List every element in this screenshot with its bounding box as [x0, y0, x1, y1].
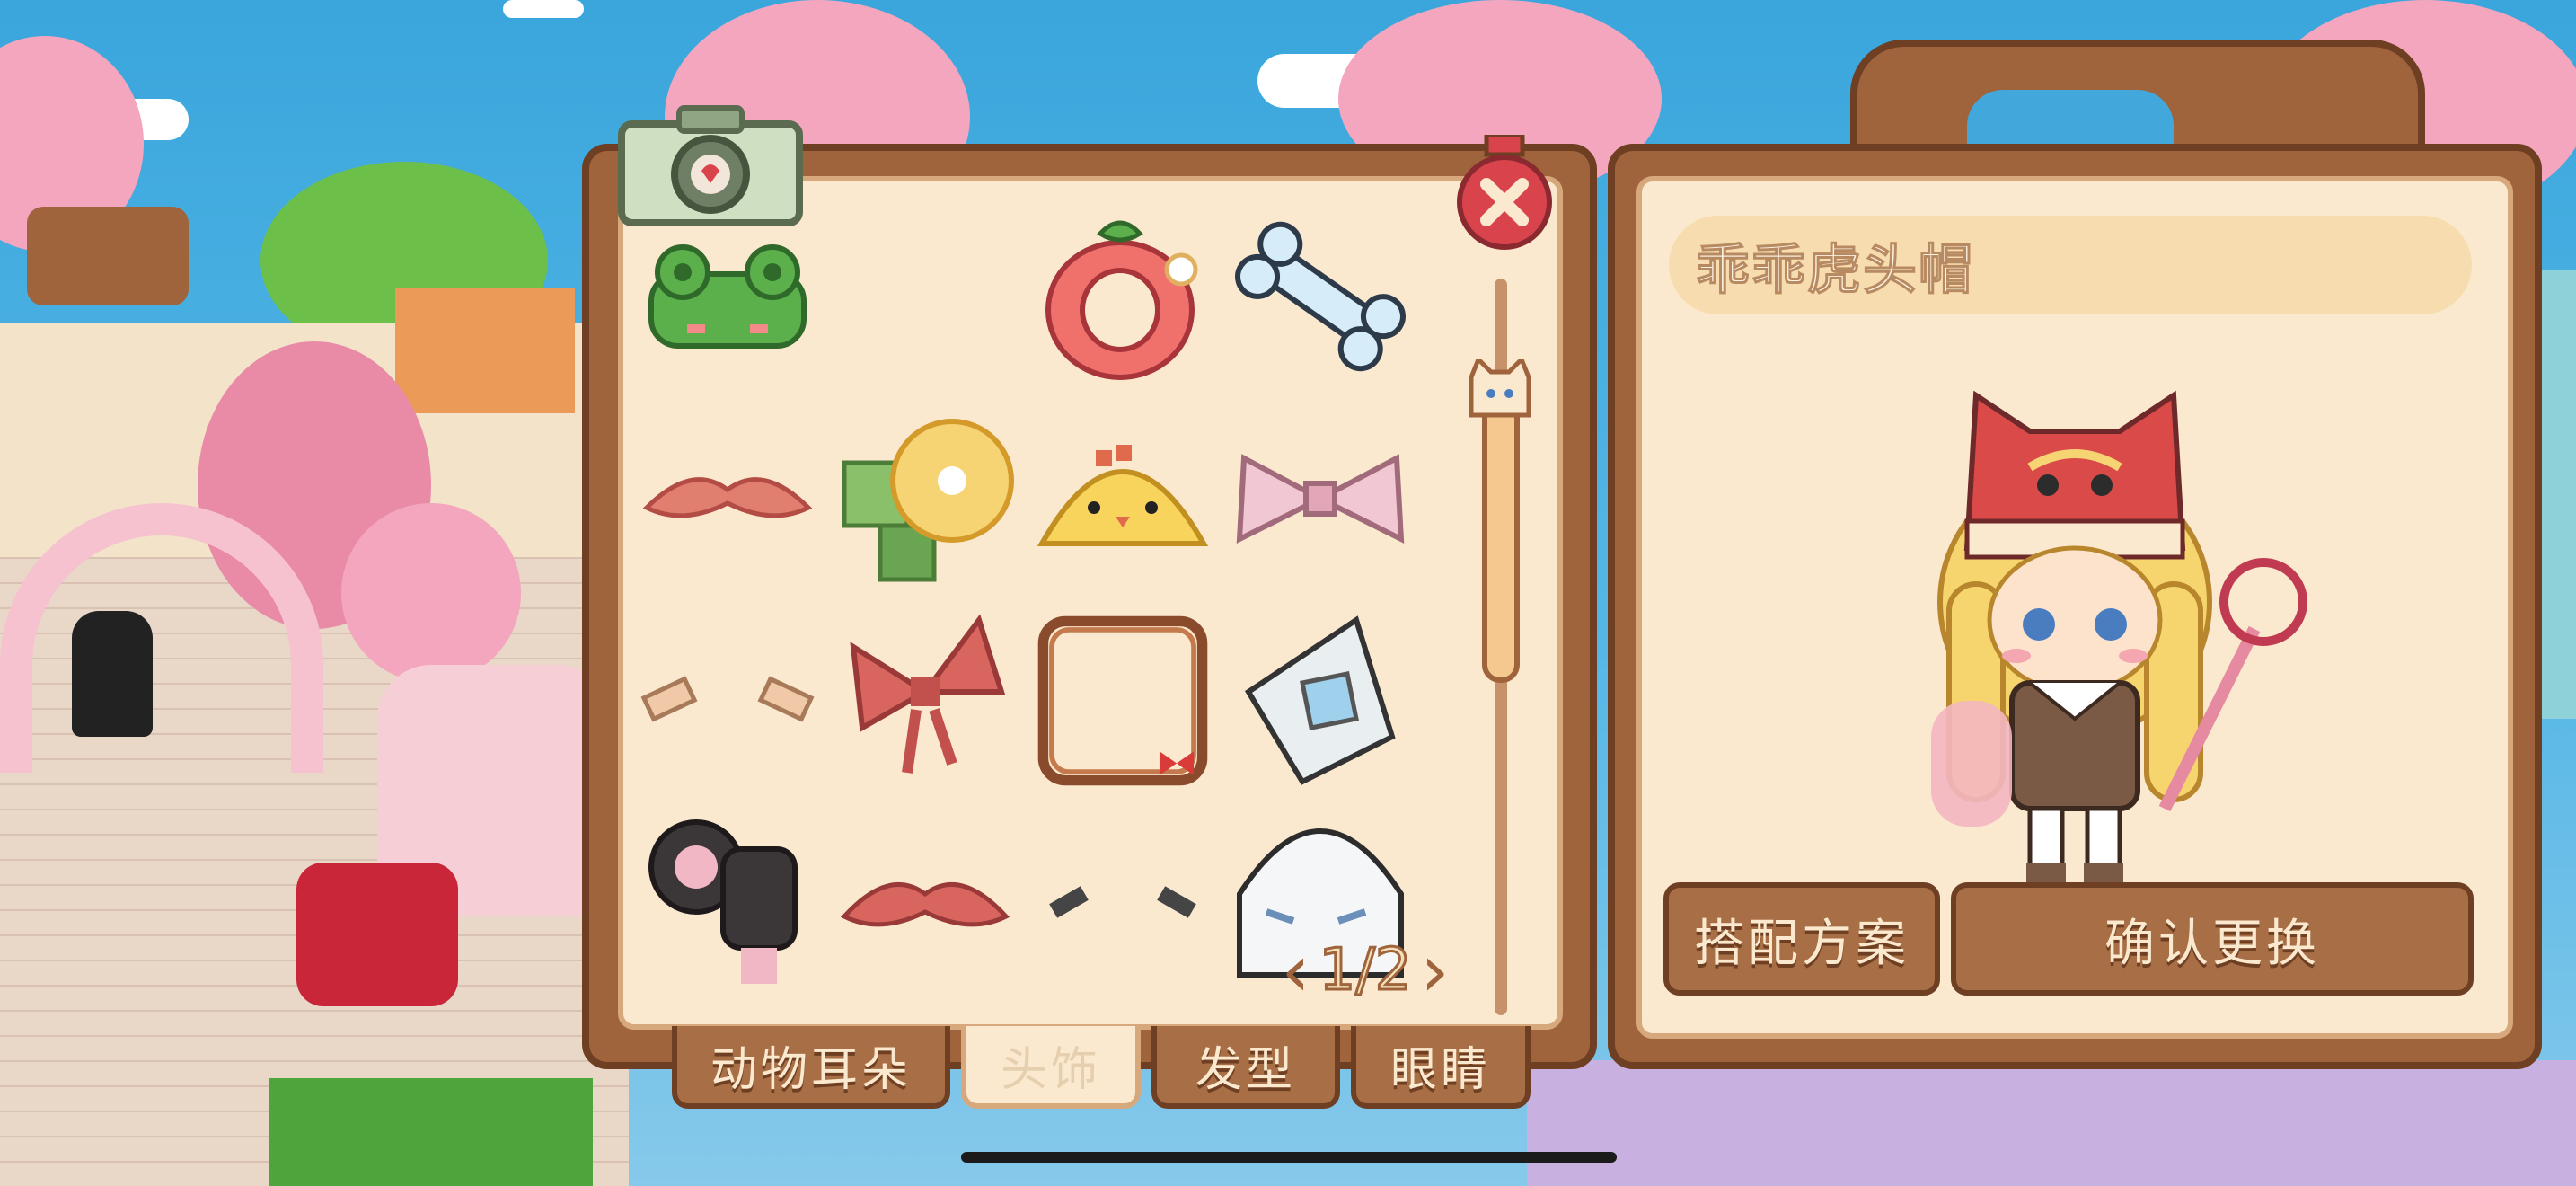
tab-hairstyle[interactable]: 发型	[1151, 1026, 1340, 1109]
item-mouse-ears[interactable]	[638, 813, 817, 993]
frame-selected-icon	[1037, 615, 1208, 786]
hedge	[269, 1078, 593, 1186]
bone-pins-icon	[1049, 886, 1196, 918]
category-tabs: 动物耳朵 头饰 发型 眼睛	[672, 1026, 1552, 1109]
black-cat	[72, 611, 153, 737]
orange-roof	[395, 288, 575, 413]
item-empty-slot[interactable]	[835, 207, 1015, 386]
confirm-change-button[interactable]: 确认更换	[1951, 882, 2474, 996]
red-bow-icon	[850, 614, 1006, 774]
scrollbar-thumb[interactable]	[1482, 377, 1520, 683]
tab-headwear[interactable]: 头饰	[961, 1026, 1141, 1109]
yellow-flower-icon	[842, 419, 1014, 582]
frog-hat-icon	[648, 244, 807, 349]
rose-bush	[296, 863, 458, 1006]
item-bandage-clips[interactable]	[638, 611, 817, 791]
item-red-mustache[interactable]	[835, 813, 1015, 993]
cloud	[503, 0, 584, 18]
item-frame-selected[interactable]	[1033, 611, 1213, 791]
character-preview	[1895, 377, 2308, 898]
item-frog-hat[interactable]	[638, 207, 817, 386]
item-mustache-bow[interactable]	[638, 409, 817, 589]
cat-scroll-icon	[1464, 355, 1536, 422]
item-red-bow[interactable]	[835, 611, 1015, 791]
item-bone-clip[interactable]	[1231, 207, 1410, 386]
tab-animal-ears[interactable]: 动物耳朵	[672, 1026, 950, 1109]
item-strawberry-ring[interactable]	[1033, 207, 1213, 386]
bandage-clips-icon	[640, 676, 815, 722]
item-yellow-flower[interactable]	[835, 409, 1015, 589]
item-chick-band[interactable]	[1033, 409, 1213, 589]
purple-flowers	[1527, 1060, 2576, 1186]
gem-clip-icon	[1244, 615, 1396, 785]
outfit-plan-button[interactable]: 搭配方案	[1663, 882, 1940, 996]
mustache-bow-icon	[642, 477, 813, 518]
close-button[interactable]	[1455, 132, 1554, 252]
pagination: ‹ 1/2 ›	[1239, 925, 1491, 1015]
mouse-ears-icon	[648, 819, 798, 984]
next-page-button[interactable]: ›	[1421, 929, 1450, 1013]
prev-page-button[interactable]: ‹	[1282, 929, 1310, 1013]
item-pink-bow[interactable]	[1231, 409, 1410, 589]
pink-bow-icon	[1236, 454, 1405, 544]
item-grid	[638, 207, 1464, 1015]
strawberry-ring-icon	[1045, 220, 1198, 380]
item-bone-pins[interactable]	[1033, 813, 1213, 993]
tab-eyes[interactable]: 眼睛	[1351, 1026, 1531, 1109]
bone-clip-icon	[1235, 221, 1406, 372]
pink-tree	[341, 503, 521, 683]
item-name-bar: 乖乖虎头帽	[1669, 216, 2472, 314]
chick-band-icon	[1037, 445, 1209, 546]
camera-sign	[27, 207, 189, 305]
item-gem-clip[interactable]	[1231, 611, 1410, 791]
item-name: 乖乖虎头帽	[1695, 237, 1974, 303]
red-mustache-icon	[840, 881, 1010, 927]
page-indicator: 1/2	[1318, 936, 1413, 1005]
home-indicator[interactable]	[961, 1152, 1617, 1163]
